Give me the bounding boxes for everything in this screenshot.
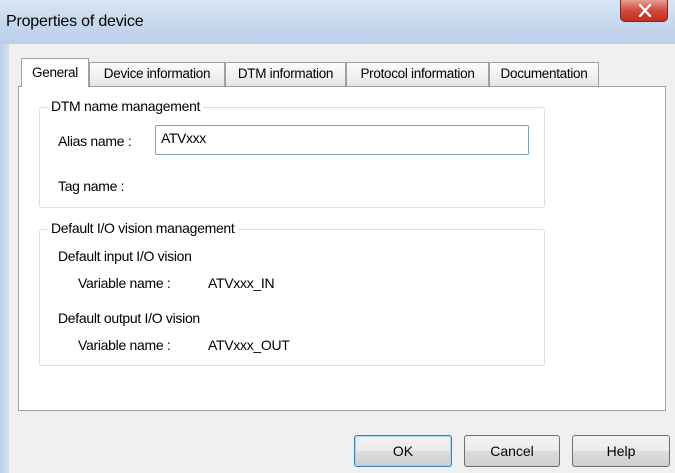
help-button[interactable]: Help: [572, 435, 670, 467]
properties-dialog: Properties of device General Device info…: [0, 0, 675, 473]
default-input-io-vision-heading: Default input I/O vision: [58, 248, 192, 264]
close-button[interactable]: [620, 0, 668, 22]
window-left-frame: [0, 44, 9, 473]
close-icon: [638, 4, 652, 17]
io-vision-management-title: Default I/O vision management: [48, 220, 238, 236]
output-variable-name-value: ATVxxx_OUT: [208, 337, 290, 353]
tab-general[interactable]: General: [21, 58, 89, 87]
tab-documentation[interactable]: Documentation: [489, 62, 599, 86]
window-title: Properties of device: [6, 13, 144, 30]
dtm-name-management-title: DTM name management: [48, 98, 204, 114]
output-variable-name-label: Variable name :: [78, 337, 171, 353]
default-output-io-vision-heading: Default output I/O vision: [58, 310, 200, 326]
tab-dtm-information[interactable]: DTM information: [225, 62, 346, 86]
input-variable-name-label: Variable name :: [78, 275, 171, 291]
alias-name-input[interactable]: [155, 125, 529, 155]
tab-device-information[interactable]: Device information: [89, 62, 225, 86]
input-variable-name-value: ATVxxx_IN: [208, 275, 275, 291]
alias-name-label: Alias name :: [58, 133, 132, 149]
cancel-button[interactable]: Cancel: [464, 435, 560, 467]
ok-button[interactable]: OK: [354, 435, 452, 467]
title-bar[interactable]: Properties of device: [0, 0, 675, 44]
tab-protocol-information[interactable]: Protocol information: [346, 62, 489, 86]
tag-name-label: Tag name :: [58, 178, 125, 194]
